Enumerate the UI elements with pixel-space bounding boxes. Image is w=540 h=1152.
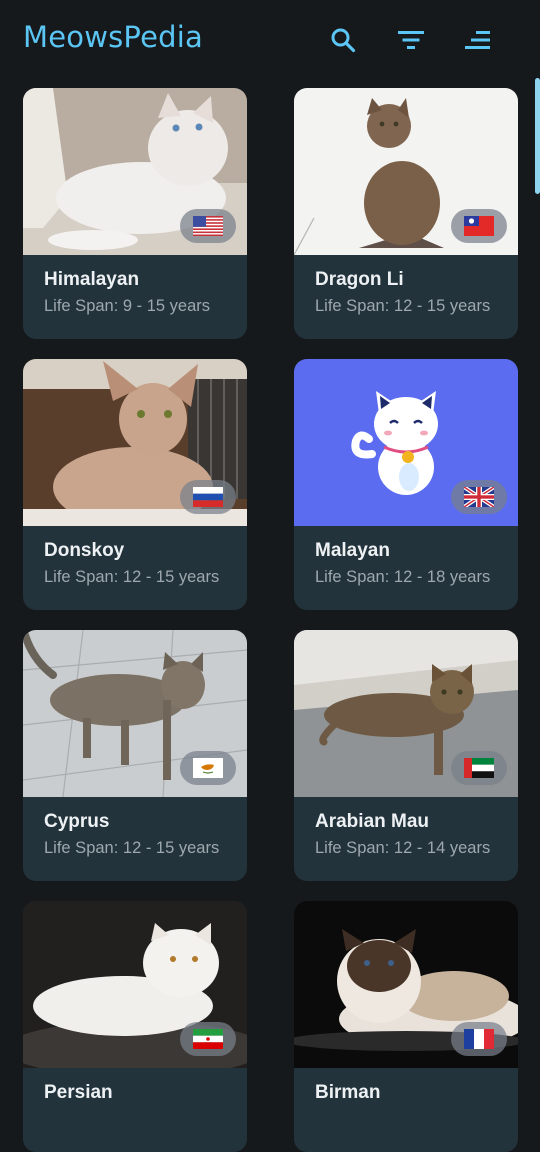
cat-card-malayan[interactable]: Malayan Life Span: 12 - 18 years [294, 359, 518, 610]
iran-flag-icon [193, 1029, 223, 1049]
cat-card-donskoy[interactable]: Donskoy Life Span: 12 - 15 years [23, 359, 247, 610]
cat-name: Birman [315, 1082, 381, 1103]
cat-name: Donskoy [44, 540, 125, 561]
cat-photo [23, 359, 247, 526]
france-flag-icon [464, 1029, 494, 1049]
origin-flag-badge [451, 480, 507, 514]
cat-card-birman[interactable]: Birman [294, 901, 518, 1152]
origin-flag-badge [180, 1022, 236, 1056]
cat-photo [23, 88, 247, 255]
app-bar: MeowsPedia [0, 0, 540, 80]
cat-life-span: Life Span: 9 - 15 years [44, 297, 211, 315]
cat-name: Cyprus [44, 811, 110, 832]
origin-flag-badge [180, 751, 236, 785]
cat-name: Dragon Li [315, 269, 404, 290]
cat-name: Persian [44, 1082, 113, 1103]
scrollbar[interactable] [535, 78, 540, 194]
app-title: MeowsPedia [23, 20, 203, 54]
cyprus-flag-icon [193, 758, 223, 778]
cat-photo [23, 901, 247, 1068]
cat-life-span: Life Span: 12 - 14 years [315, 839, 491, 857]
cat-card-persian[interactable]: Persian [23, 901, 247, 1152]
cat-photo [294, 88, 518, 255]
search-icon [331, 28, 356, 53]
cat-life-span: Life Span: 12 - 15 years [44, 839, 220, 857]
cat-card-himalayan[interactable]: Himalayan Life Span: 9 - 15 years [23, 88, 247, 339]
cat-photo [294, 630, 518, 797]
cat-photo [294, 901, 518, 1068]
russia-flag-icon [193, 487, 223, 507]
search-button[interactable] [323, 20, 363, 60]
cat-life-span: Life Span: 12 - 15 years [44, 568, 220, 586]
taiwan-flag-icon [464, 216, 494, 236]
sort-button[interactable] [458, 20, 498, 60]
cat-life-span: Life Span: 12 - 15 years [315, 297, 491, 315]
cat-name: Malayan [315, 540, 390, 561]
origin-flag-badge [451, 1022, 507, 1056]
origin-flag-badge [180, 209, 236, 243]
origin-flag-badge [180, 480, 236, 514]
cat-name: Himalayan [44, 269, 140, 290]
united-kingdom-flag-icon [464, 487, 494, 507]
united-arab-emirates-flag-icon [464, 758, 494, 778]
cat-card-cyprus[interactable]: Cyprus Life Span: 12 - 15 years [23, 630, 247, 881]
filter-button[interactable] [391, 20, 431, 60]
cat-life-span: Life Span: 12 - 18 years [315, 568, 491, 586]
cat-photo [23, 630, 247, 797]
cat-card-arabian-mau[interactable]: Arabian Mau Life Span: 12 - 14 years [294, 630, 518, 881]
cat-photo [294, 359, 518, 526]
filter-icon [398, 31, 424, 49]
cat-card-dragon-li[interactable]: Dragon Li Life Span: 12 - 15 years [294, 88, 518, 339]
united-states-flag-icon [193, 216, 223, 236]
sort-icon [465, 31, 490, 49]
cat-name: Arabian Mau [315, 811, 430, 832]
origin-flag-badge [451, 751, 507, 785]
origin-flag-badge [451, 209, 507, 243]
